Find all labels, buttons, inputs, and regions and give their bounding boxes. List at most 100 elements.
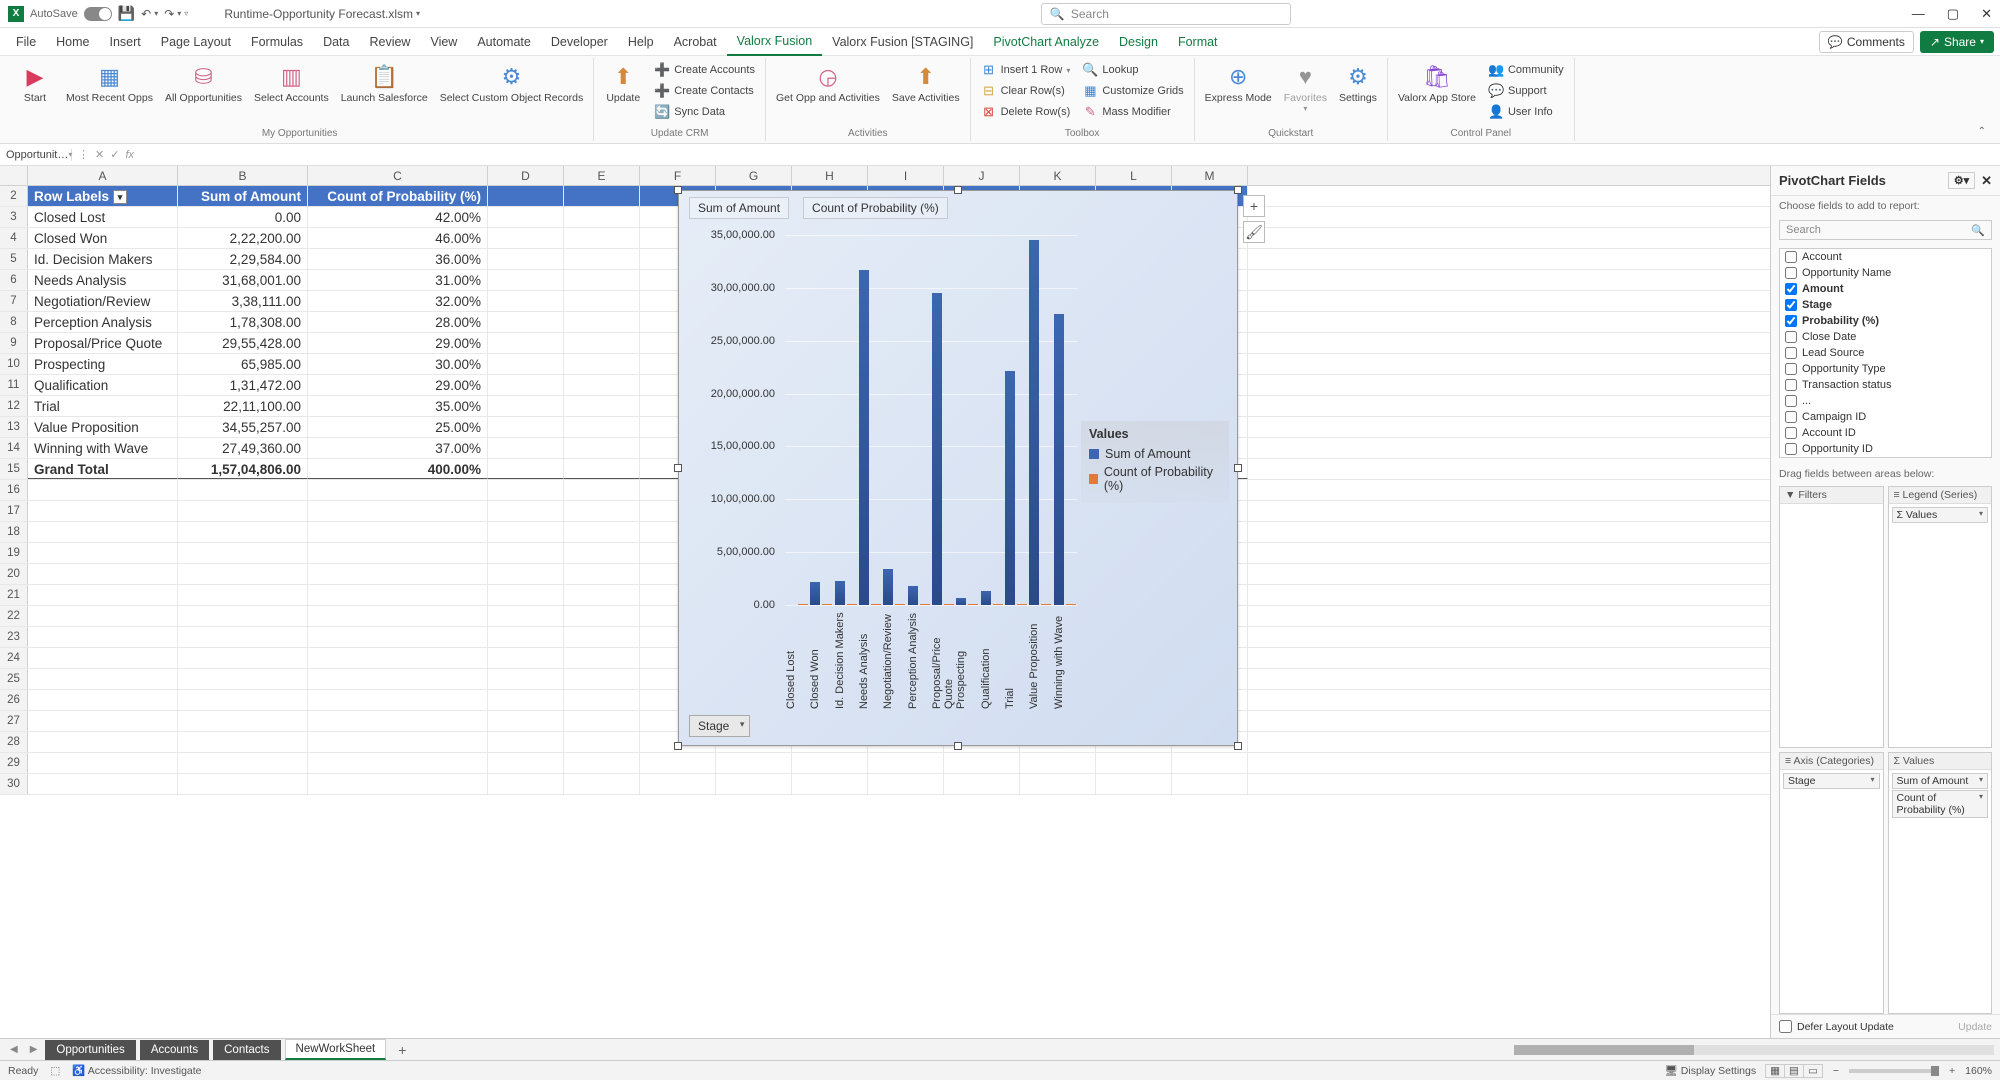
row-header[interactable]: 5 <box>0 249 28 269</box>
row-header[interactable]: 12 <box>0 396 28 416</box>
pivot-row-prob[interactable]: 36.00% <box>308 249 488 269</box>
pivot-field-checkbox[interactable] <box>1785 267 1797 279</box>
cell[interactable] <box>178 648 308 668</box>
chart-field-button-amount[interactable]: Sum of Amount <box>689 197 789 219</box>
clear-rows-button[interactable]: ⊟Clear Row(s) <box>977 81 1075 101</box>
chart-bar-amount[interactable] <box>810 582 820 605</box>
col-M[interactable]: M <box>1172 166 1248 185</box>
cell[interactable] <box>640 753 716 773</box>
col-B[interactable]: B <box>178 166 308 185</box>
sheet-nav-next[interactable]: ▶ <box>26 1044 42 1055</box>
cell[interactable] <box>178 480 308 500</box>
pivot-row-prob[interactable]: 32.00% <box>308 291 488 311</box>
pivot-field-item[interactable]: Campaign ID <box>1780 409 1991 425</box>
chart-bar-amount[interactable] <box>908 586 918 605</box>
cell[interactable] <box>564 732 640 752</box>
cell[interactable] <box>28 732 178 752</box>
pivot-row-label[interactable]: Winning with Wave <box>28 438 178 458</box>
tab-acrobat[interactable]: Acrobat <box>664 29 727 55</box>
cell[interactable] <box>564 627 640 647</box>
pivot-search[interactable]: Search🔍 <box>1779 220 1992 240</box>
pivot-row-prob[interactable]: 29.00% <box>308 375 488 395</box>
col-G[interactable]: G <box>716 166 792 185</box>
pivot-field-item[interactable]: Account <box>1780 249 1991 265</box>
cell[interactable] <box>716 774 792 794</box>
pivot-field-item[interactable]: Probability (%) <box>1780 313 1991 329</box>
cell[interactable] <box>564 186 640 206</box>
most-recent-opps-button[interactable]: ▦Most Recent Opps <box>62 60 157 106</box>
cell[interactable] <box>488 207 564 227</box>
cell[interactable] <box>564 648 640 668</box>
cell[interactable] <box>488 249 564 269</box>
cell[interactable] <box>1172 774 1248 794</box>
save-icon[interactable]: 💾 <box>118 5 135 22</box>
pivot-row-prob[interactable]: 31.00% <box>308 270 488 290</box>
row-header[interactable]: 6 <box>0 270 28 290</box>
row-header[interactable]: 27 <box>0 711 28 731</box>
pivot-row-amount[interactable]: 1,31,472.00 <box>178 375 308 395</box>
start-button[interactable]: ▶Start <box>12 60 58 106</box>
cell[interactable] <box>564 711 640 731</box>
pivot-row-label[interactable]: Closed Lost <box>28 207 178 227</box>
create-accounts-button[interactable]: ➕Create Accounts <box>650 60 759 80</box>
pivot-row-label[interactable]: Trial <box>28 396 178 416</box>
cell[interactable] <box>178 543 308 563</box>
cell[interactable] <box>308 648 488 668</box>
cell[interactable] <box>28 648 178 668</box>
cell[interactable] <box>564 501 640 521</box>
select-custom-button[interactable]: ⚙Select Custom Object Records <box>436 60 588 106</box>
pivot-row-label[interactable]: Proposal/Price Quote <box>28 333 178 353</box>
cell[interactable] <box>28 774 178 794</box>
pivot-field-checkbox[interactable] <box>1785 363 1797 375</box>
view-pagebreak[interactable]: ▭ <box>1803 1064 1823 1078</box>
cell[interactable] <box>308 501 488 521</box>
macro-recording-icon[interactable]: ⬚ <box>50 1065 60 1077</box>
lookup-button[interactable]: 🔍Lookup <box>1078 60 1187 80</box>
pivot-row-prob[interactable]: 25.00% <box>308 417 488 437</box>
chart-bar-prob[interactable] <box>920 604 930 605</box>
cell[interactable] <box>28 606 178 626</box>
cell[interactable] <box>178 606 308 626</box>
pivot-row-label[interactable]: Needs Analysis <box>28 270 178 290</box>
pivot-legend-area[interactable]: ≡ Legend (Series) Σ Values▾ <box>1888 486 1993 748</box>
pivot-row-amount[interactable]: 22,11,100.00 <box>178 396 308 416</box>
cell[interactable] <box>308 669 488 689</box>
col-J[interactable]: J <box>944 166 1020 185</box>
cell[interactable] <box>488 669 564 689</box>
cell[interactable] <box>716 753 792 773</box>
get-opp-button[interactable]: ◶Get Opp and Activities <box>772 60 884 106</box>
share-button[interactable]: ↗Share▾ <box>1920 31 1994 53</box>
cell[interactable] <box>308 564 488 584</box>
name-box[interactable]: Opportunit…▾ <box>0 149 72 161</box>
cell[interactable] <box>488 711 564 731</box>
chart-bar-prob[interactable] <box>822 604 832 605</box>
chart-bar-prob[interactable] <box>1066 604 1076 605</box>
chart-bar-prob[interactable] <box>944 604 954 605</box>
sheet-tab-contacts[interactable]: Contacts <box>213 1040 280 1060</box>
pivot-field-item[interactable]: Opportunity ID <box>1780 441 1991 457</box>
cell[interactable] <box>488 753 564 773</box>
pivot-row-amount[interactable]: 31,68,001.00 <box>178 270 308 290</box>
tab-valorxfusion[interactable]: Valorx Fusion <box>727 28 823 56</box>
tab-data[interactable]: Data <box>313 29 359 55</box>
cell[interactable] <box>564 291 640 311</box>
cell[interactable] <box>488 564 564 584</box>
pivot-row-prob[interactable]: 29.00% <box>308 333 488 353</box>
cell[interactable] <box>868 774 944 794</box>
pivot-total-label[interactable]: Grand Total <box>28 459 178 479</box>
tab-automate[interactable]: Automate <box>467 29 541 55</box>
filter-dropdown[interactable]: ▾ <box>113 190 127 204</box>
cell[interactable] <box>1020 774 1096 794</box>
tab-pagelayout[interactable]: Page Layout <box>151 29 241 55</box>
cell[interactable] <box>564 669 640 689</box>
appstore-button[interactable]: 🛍Valorx App Store <box>1394 60 1480 106</box>
cell[interactable] <box>1096 774 1172 794</box>
pivot-axis-area[interactable]: ≡ Axis (Categories) Stage▾ <box>1779 752 1884 1014</box>
chart-bar-prob[interactable] <box>993 604 1003 605</box>
cell[interactable] <box>944 774 1020 794</box>
chart-bar-prob[interactable] <box>798 604 808 605</box>
pivot-row-label[interactable]: Closed Won <box>28 228 178 248</box>
view-normal[interactable]: ▦ <box>1765 1064 1785 1078</box>
pivot-row-amount[interactable]: 29,55,428.00 <box>178 333 308 353</box>
pivot-row-amount[interactable]: 2,29,584.00 <box>178 249 308 269</box>
